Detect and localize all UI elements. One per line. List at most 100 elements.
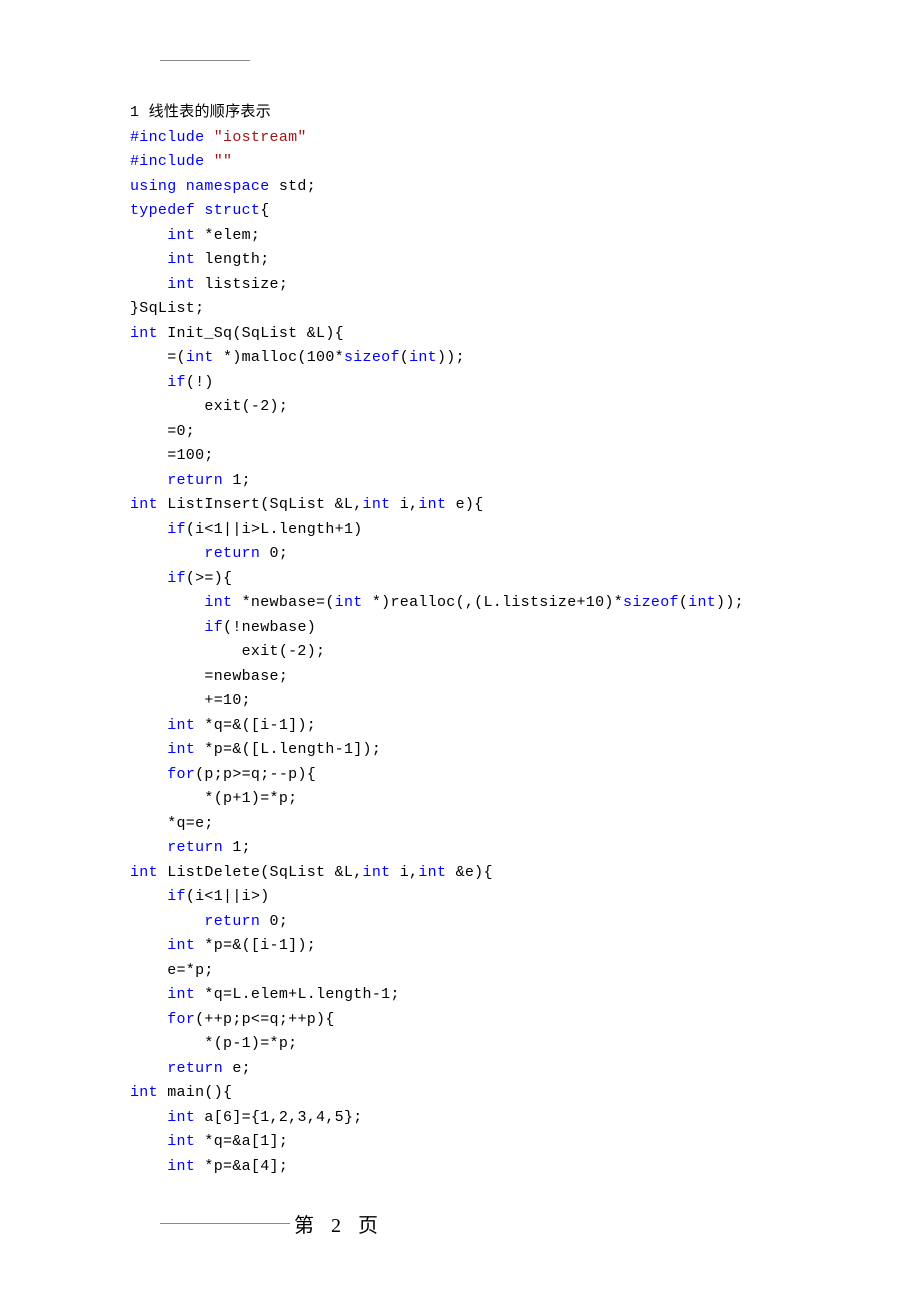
code-token: )); xyxy=(437,349,465,366)
code-token: e; xyxy=(223,1060,251,1077)
code-token: #include xyxy=(130,153,214,170)
code-token xyxy=(130,545,204,562)
document-page: 1 线性表的顺序表示 #include "iostream"#include "… xyxy=(0,0,920,1278)
code-token: (++p;p<=q;++p){ xyxy=(195,1011,335,1028)
code-token xyxy=(130,570,167,587)
code-token: 0; xyxy=(260,913,288,930)
code-token: for xyxy=(167,1011,195,1028)
page-footer: 第 2 页 xyxy=(130,1209,790,1238)
code-token: Init_Sq(SqList &L){ xyxy=(158,325,344,342)
code-token: =100; xyxy=(130,447,214,464)
code-token: *p=&([L.length-1]); xyxy=(195,741,381,758)
code-line: for(++p;p<=q;++p){ xyxy=(130,1008,790,1033)
code-token: e){ xyxy=(446,496,483,513)
code-line: =100; xyxy=(130,444,790,469)
code-token: +=10; xyxy=(130,692,251,709)
code-token xyxy=(130,1133,167,1150)
code-line: =(int *)malloc(100*sizeof(int)); xyxy=(130,346,790,371)
code-token: )); xyxy=(716,594,744,611)
code-token: (!newbase) xyxy=(223,619,316,636)
code-line: *(p+1)=*p; xyxy=(130,787,790,812)
code-token xyxy=(130,619,204,636)
code-token: int xyxy=(363,864,391,881)
code-token: (>=){ xyxy=(186,570,233,587)
code-token: &e){ xyxy=(446,864,493,881)
code-token: *elem; xyxy=(195,227,260,244)
code-line: using namespace std; xyxy=(130,175,790,200)
code-token: int xyxy=(418,496,446,513)
code-token xyxy=(130,741,167,758)
code-token: int xyxy=(130,325,158,342)
code-line: int *newbase=(int *)realloc(,(L.listsize… xyxy=(130,591,790,616)
code-line: =newbase; xyxy=(130,665,790,690)
code-token: #include xyxy=(130,129,214,146)
code-token: "iostream" xyxy=(214,129,307,146)
code-token: =0; xyxy=(130,423,195,440)
code-line: e=*p; xyxy=(130,959,790,984)
code-token: sizeof xyxy=(344,349,400,366)
code-token: length; xyxy=(195,251,269,268)
code-token: *q=&a[1]; xyxy=(195,1133,288,1150)
code-line: int *p=&a[4]; xyxy=(130,1155,790,1180)
code-token: ( xyxy=(400,349,409,366)
code-line: int *q=L.elem+L.length-1; xyxy=(130,983,790,1008)
code-line: return 1; xyxy=(130,469,790,494)
code-line: int ListDelete(SqList &L,int i,int &e){ xyxy=(130,861,790,886)
code-token: return xyxy=(204,545,260,562)
code-token xyxy=(130,472,167,489)
code-token: *q=e; xyxy=(130,815,214,832)
code-token: }SqList; xyxy=(130,300,204,317)
code-line: if(>=){ xyxy=(130,567,790,592)
code-line: int Init_Sq(SqList &L){ xyxy=(130,322,790,347)
code-token xyxy=(130,986,167,1003)
code-line: =0; xyxy=(130,420,790,445)
code-token xyxy=(130,913,204,930)
code-token xyxy=(130,839,167,856)
code-token xyxy=(130,374,167,391)
code-token: int xyxy=(130,1084,158,1101)
code-token xyxy=(130,1158,167,1175)
code-token: =( xyxy=(130,349,186,366)
code-line: int *elem; xyxy=(130,224,790,249)
code-line: return 0; xyxy=(130,910,790,935)
code-line: +=10; xyxy=(130,689,790,714)
code-token: *p=&a[4]; xyxy=(195,1158,288,1175)
code-token xyxy=(130,251,167,268)
code-line: exit(-2); xyxy=(130,395,790,420)
code-token: (i<1||i>) xyxy=(186,888,270,905)
code-token xyxy=(130,1109,167,1126)
code-token: int xyxy=(409,349,437,366)
code-line: if(!) xyxy=(130,371,790,396)
code-token: std; xyxy=(270,178,317,195)
code-token: int xyxy=(130,864,158,881)
code-token xyxy=(130,276,167,293)
code-token xyxy=(130,937,167,954)
code-token: 0; xyxy=(260,545,288,562)
code-line: if(i<1||i>L.length+1) xyxy=(130,518,790,543)
footer-divider xyxy=(160,1223,290,1224)
code-line: int listsize; xyxy=(130,273,790,298)
code-token: return xyxy=(167,1060,223,1077)
code-token: 1; xyxy=(223,839,251,856)
code-token: int xyxy=(167,227,195,244)
heading-line: 1 线性表的顺序表示 xyxy=(130,101,790,126)
code-token: if xyxy=(167,888,186,905)
code-token: int xyxy=(167,937,195,954)
code-token xyxy=(130,766,167,783)
code-token: ( xyxy=(679,594,688,611)
code-line: }SqList; xyxy=(130,297,790,322)
code-token: "" xyxy=(214,153,233,170)
code-token: int xyxy=(688,594,716,611)
code-token: exit(-2); xyxy=(130,643,325,660)
code-token: int xyxy=(418,864,446,881)
code-token: *newbase=( xyxy=(232,594,334,611)
code-token: *(p-1)=*p; xyxy=(130,1035,297,1052)
code-token: exit(-2); xyxy=(130,398,288,415)
code-token: i, xyxy=(390,864,418,881)
code-token: (p;p>=q;--p){ xyxy=(195,766,316,783)
code-token xyxy=(130,1011,167,1028)
code-token: *)realloc(,(L.listsize+10)* xyxy=(363,594,623,611)
code-token: int xyxy=(335,594,363,611)
code-line: *q=e; xyxy=(130,812,790,837)
code-token: int xyxy=(186,349,214,366)
